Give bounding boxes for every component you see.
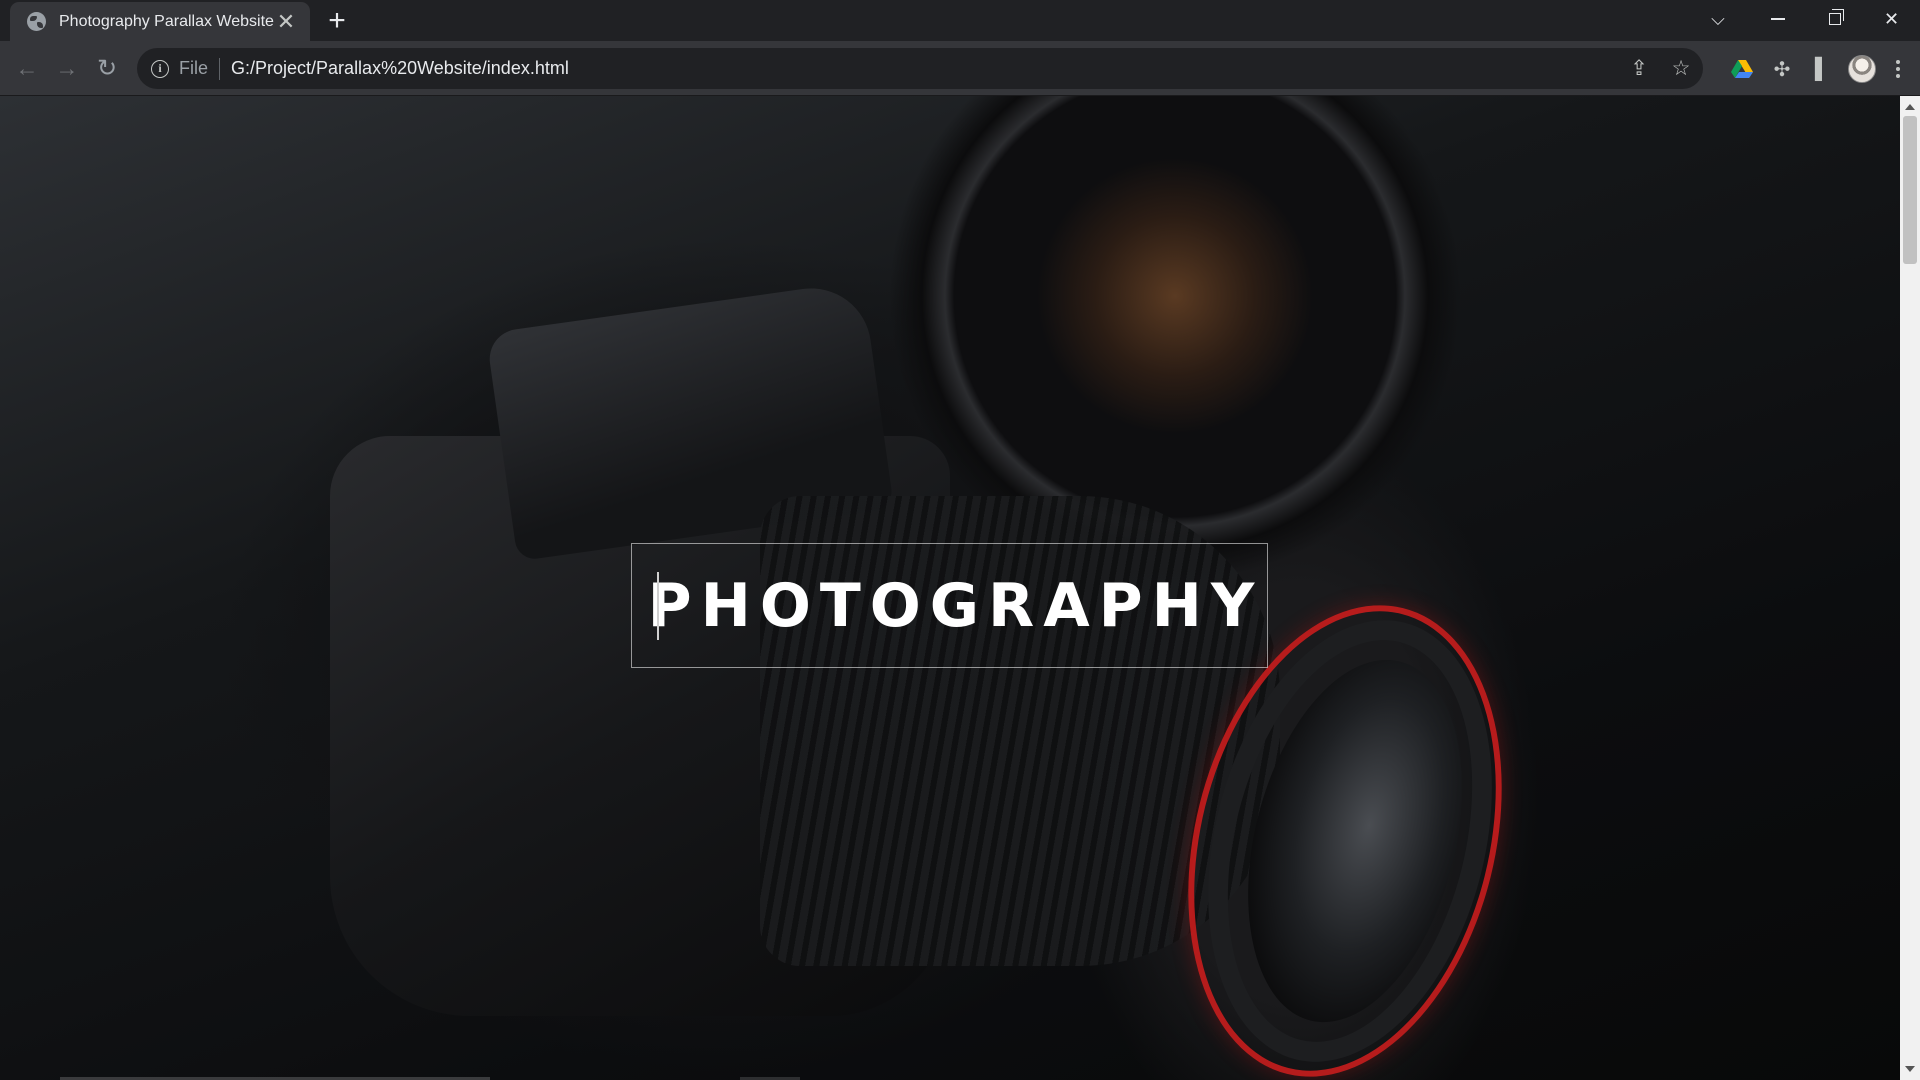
browser-toolbar: ← → ↻ i File G:/Project/Parallax%20Websi… [0,41,1920,96]
close-icon: ✕ [1883,8,1900,29]
address-bar-actions: ⇪ ☆ [1627,48,1693,89]
restore-button[interactable] [1806,0,1863,38]
tab-strip: Photography Parallax Website ✕ + ⌵ ✕ [0,0,1920,41]
reload-button[interactable]: ↻ [90,51,124,85]
text-cursor [657,572,659,640]
address-divider [219,57,221,80]
vertical-scrollbar[interactable] [1900,96,1920,1080]
window-controls: ⌵ ✕ [1687,0,1920,38]
restore-icon [1828,9,1844,25]
profile-avatar[interactable] [1848,55,1876,83]
google-drive-icon[interactable] [1728,55,1756,83]
address-bar[interactable]: i File G:/Project/Parallax%20Website/ind… [137,48,1703,89]
side-panel-icon[interactable]: ▌ [1808,55,1836,83]
globe-icon [27,12,46,31]
forward-arrow-icon: → [55,54,79,81]
scroll-down-arrow-icon[interactable] [1905,1066,1915,1072]
forward-button[interactable]: → [50,51,84,85]
tab-close-icon[interactable]: ✕ [276,10,296,33]
bookmark-star-icon[interactable]: ☆ [1669,57,1693,81]
tab-title: Photography Parallax Website [59,12,274,30]
hero-title-box: PHOTOGRAPHY [631,543,1268,668]
chevron-down-icon: ⌵ [1711,8,1725,29]
scroll-thumb[interactable] [1903,116,1917,264]
share-icon[interactable]: ⇪ [1627,57,1651,81]
close-window-button[interactable]: ✕ [1863,0,1920,38]
hero-title: PHOTOGRAPHY [647,570,1264,641]
extensions-area: ✣ ▌ [1728,49,1908,89]
back-arrow-icon: ← [15,54,39,81]
page-viewport: PHOTOGRAPHY [0,96,1920,1080]
menu-icon[interactable] [1888,55,1908,83]
url-scheme-label: File [179,58,209,78]
minimize-icon [1770,18,1785,20]
new-tab-button[interactable]: + [322,6,352,36]
minimize-button[interactable] [1749,0,1806,38]
site-info-icon[interactable]: i [151,59,169,78]
reload-icon: ↻ [96,54,118,82]
puzzle-icon[interactable]: ✣ [1768,55,1796,83]
hero-background-image: PHOTOGRAPHY [0,96,1900,1080]
back-button[interactable]: ← [10,51,44,85]
browser-tab-active[interactable]: Photography Parallax Website ✕ [10,2,310,41]
url-text[interactable]: G:/Project/Parallax%20Website/index.html [231,58,569,79]
tab-search-button[interactable]: ⌵ [1687,0,1749,38]
scroll-up-arrow-icon[interactable] [1905,104,1915,110]
